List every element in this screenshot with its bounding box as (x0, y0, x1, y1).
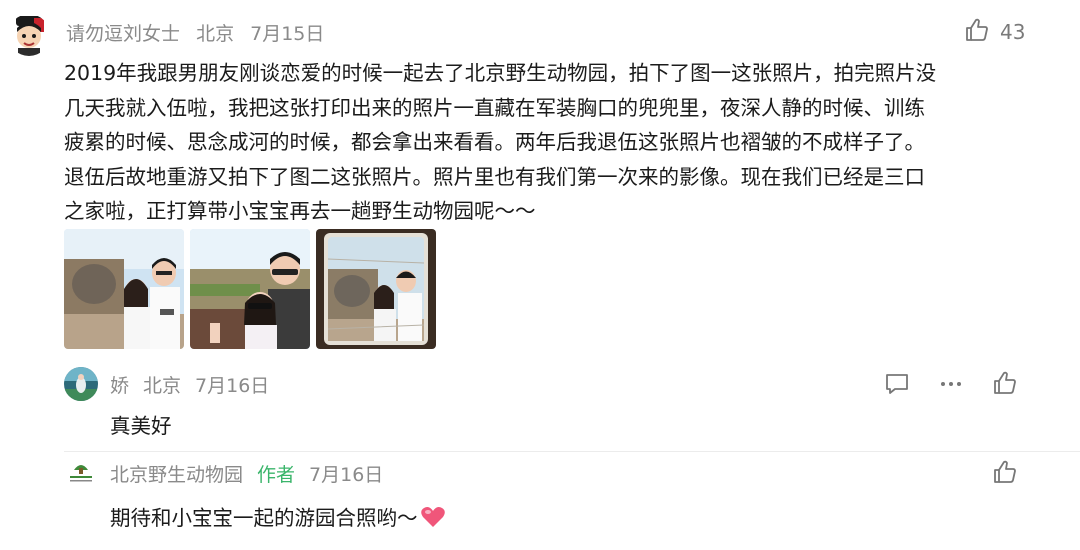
avatar[interactable] (64, 367, 98, 401)
location: 北京 (196, 23, 235, 45)
heart-emoji-icon (420, 505, 446, 529)
like-count: 43 (1000, 20, 1026, 44)
reply-text: 真美好 (110, 414, 172, 438)
username[interactable]: 娇 (110, 371, 129, 398)
thumbs-up-icon[interactable] (964, 17, 990, 43)
comment-line: 几天我就入伍啦，我把这张打印出来的照片一直藏在军装胸口的兜兜里，夜深人静的时候、… (64, 95, 925, 120)
reply-header: 北京野生动物园 作者 7月16日 (64, 456, 384, 490)
username[interactable]: 请勿逗刘女士 (66, 23, 180, 45)
reply-header: 娇 北京 7月16日 (64, 367, 270, 401)
avatar[interactable] (8, 14, 50, 56)
comment-line: 退伍后故地重游又拍下了图二这张照片。照片里也有我们第一次来的影像。现在我们已经是… (64, 164, 925, 189)
comment-line: 2019年我跟男朋友刚谈恋爱的时候一起去了北京野生动物园，拍下了图一这张照片，拍… (64, 61, 937, 85)
photo-thumbnail-3[interactable] (316, 229, 436, 349)
reply-item-author: 北京野生动物园 作者 7月16日 期待和小宝宝一起的游园合照哟～ (64, 456, 1024, 547)
main-comment: 请勿逗刘女士 北京 7月15日 43 2019年我跟男朋友刚谈恋爱的时候一起去了… (0, 0, 1080, 360)
avatar[interactable] (64, 456, 98, 490)
comment-icon[interactable] (884, 371, 910, 397)
thumbs-up-icon[interactable] (992, 459, 1018, 485)
photo-grid (64, 229, 436, 349)
reply-text: 期待和小宝宝一起的游园合照哟～ (110, 501, 446, 531)
username[interactable]: 北京野生动物园 (110, 460, 243, 487)
thumbs-up-icon[interactable] (992, 370, 1018, 396)
divider (64, 451, 1080, 452)
comment-meta: 请勿逗刘女士 北京 7月15日 (66, 19, 334, 46)
photo-thumbnail-1[interactable] (64, 229, 184, 349)
date: 7月15日 (250, 23, 325, 45)
reply-item: 娇 北京 7月16日 真美好 (64, 367, 1024, 448)
photo-thumbnail-2[interactable] (190, 229, 310, 349)
author-badge: 作者 (257, 463, 296, 486)
date: 7月16日 (195, 374, 270, 397)
comment-line: 疲累的时候、思念成河的时候，都会拿出来看看。两年后我退伍这张照片也褶皱的不成样子… (64, 130, 925, 154)
more-dots-icon[interactable] (938, 371, 964, 397)
location: 北京 (143, 374, 182, 397)
comment-line: 之家啦，正打算带小宝宝再去一趟野生动物园呢～～ (64, 199, 536, 223)
reply-text-content: 期待和小宝宝一起的游园合照哟～ (110, 506, 418, 530)
comment-body: 2019年我跟男朋友刚谈恋爱的时候一起去了北京野生动物园，拍下了图一这张照片，拍… (64, 56, 1024, 229)
date: 7月16日 (309, 463, 384, 486)
